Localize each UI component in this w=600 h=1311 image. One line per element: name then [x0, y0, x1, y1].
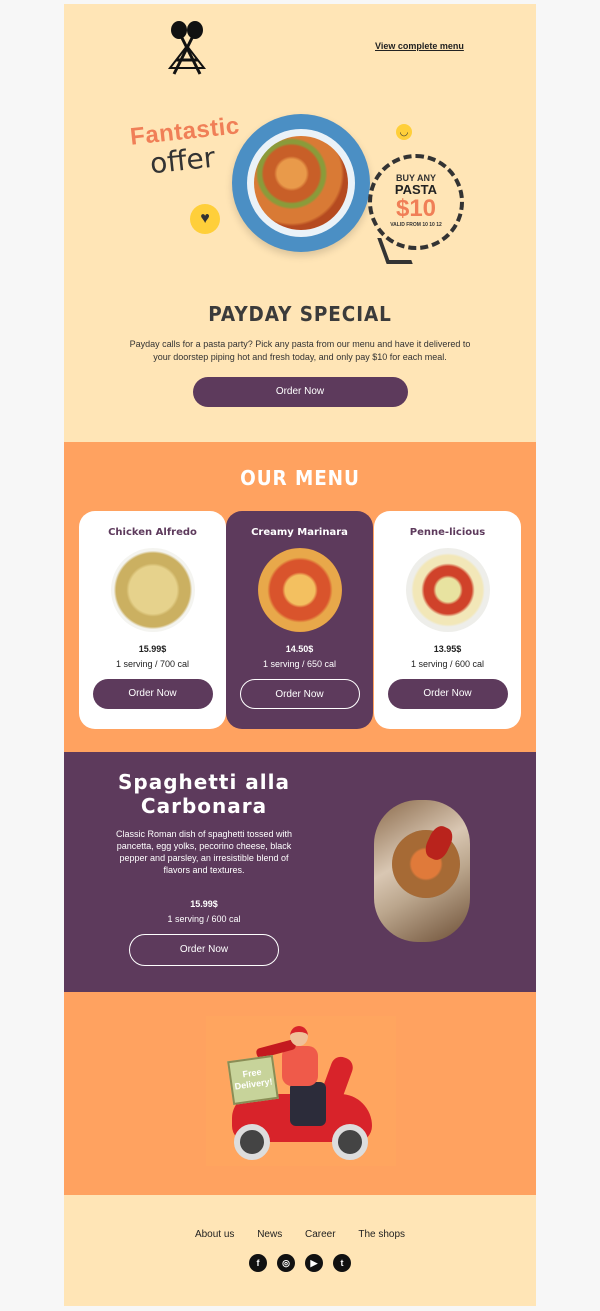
front-wheel	[332, 1124, 368, 1160]
order-carbonara-button[interactable]: Order Now	[129, 934, 279, 966]
menu-title: OUR MENU	[240, 466, 360, 490]
menu-card-chicken-alfredo: Chicken Alfredo 15.99$ 1 serving / 700 c…	[79, 511, 226, 729]
menu-card-penne-licious: Penne-licious 13.95$ 1 serving / 600 cal…	[374, 511, 521, 729]
rear-wheel	[234, 1124, 270, 1160]
social-icons: f ◎ ▶ t	[64, 1254, 536, 1272]
spoons-logo-icon	[167, 21, 207, 75]
view-complete-menu-link[interactable]: View complete menu	[375, 41, 464, 51]
order-chicken-alfredo-button[interactable]: Order Now	[92, 679, 213, 709]
featured-dish-price: 15.99$	[190, 899, 218, 909]
featured-dish-details: 1 serving / 600 cal	[167, 914, 241, 924]
footer-links: About us News Career The shops	[64, 1195, 536, 1240]
menu-item-details: 1 serving / 700 cal	[115, 659, 190, 669]
payday-title: PAYDAY SPECIAL	[208, 302, 392, 326]
heart-eyes-emoji-icon: ♥	[190, 204, 220, 234]
youtube-icon[interactable]: ▶	[305, 1254, 323, 1272]
footer: About us News Career The shops f ◎ ▶ t	[64, 1195, 536, 1306]
chicken-alfredo-image	[110, 548, 195, 632]
menu-item-name: Penne-licious	[409, 527, 486, 538]
featured-dish-title: Spaghetti alla Carbonara	[118, 770, 290, 818]
rider-legs	[290, 1082, 326, 1126]
menu-item-price: 14.50$	[285, 644, 314, 654]
footer-link-about[interactable]: About us	[195, 1229, 234, 1240]
menu-item-price: 15.99$	[138, 644, 167, 654]
featured-dish-description: Classic Roman dish of spaghetti tossed w…	[115, 829, 293, 875]
email-container: View complete menu Fantastic offer ◡ ♥ B…	[64, 4, 536, 1306]
bubble-valid-dates: VALID FROM 10 10 12	[390, 222, 442, 228]
hero-headline-offer: offer	[148, 140, 217, 181]
free-delivery-box: Free Delivery!	[227, 1055, 279, 1105]
creamy-marinara-image	[257, 548, 342, 632]
carbonara-image	[374, 800, 470, 942]
penne-licious-image	[405, 548, 490, 632]
hero-banner: Fantastic offer ◡ ♥ BUY ANY PASTA $10 VA…	[64, 94, 536, 284]
featured-dish-section: Spaghetti alla Carbonara Classic Roman d…	[64, 752, 536, 992]
order-penne-licious-button[interactable]: Order Now	[387, 679, 508, 709]
payday-order-button[interactable]: Order Now	[192, 377, 408, 407]
menu-item-name: Creamy Marinara	[251, 527, 348, 538]
delivery-scooter-illustration: Free Delivery!	[206, 1016, 396, 1166]
menu-item-price: 13.95$	[433, 644, 462, 654]
instagram-icon[interactable]: ◎	[277, 1254, 295, 1272]
facebook-icon[interactable]: f	[249, 1254, 267, 1272]
menu-item-details: 1 serving / 600 cal	[410, 659, 485, 669]
footer-link-news[interactable]: News	[257, 1229, 282, 1240]
free-delivery-section: Free Delivery!	[64, 992, 536, 1195]
pasta-food	[254, 136, 348, 230]
menu-card-creamy-marinara: Creamy Marinara 14.50$ 1 serving / 650 c…	[226, 511, 373, 729]
smile-emoji-icon: ◡	[396, 124, 412, 140]
bubble-price: $10	[395, 195, 437, 222]
menu-item-name: Chicken Alfredo	[108, 527, 197, 538]
rider-body	[282, 1046, 318, 1086]
payday-special-section: PAYDAY SPECIAL Payday calls for a pasta …	[64, 284, 536, 442]
rider-head	[290, 1026, 308, 1046]
order-creamy-marinara-button[interactable]: Order Now	[239, 679, 360, 709]
menu-item-details: 1 serving / 650 cal	[262, 659, 337, 669]
offer-speech-bubble: BUY ANY PASTA $10 VALID FROM 10 10 12	[368, 154, 464, 250]
our-menu-section: OUR MENU Chicken Alfredo 15.99$ 1 servin…	[64, 442, 536, 752]
header: View complete menu	[64, 4, 536, 94]
twitter-icon[interactable]: t	[333, 1254, 351, 1272]
footer-link-career[interactable]: Career	[305, 1229, 336, 1240]
footer-link-shops[interactable]: The shops	[358, 1229, 405, 1240]
pasta-plate-image	[232, 114, 370, 252]
payday-description: Payday calls for a pasta party? Pick any…	[129, 339, 471, 362]
